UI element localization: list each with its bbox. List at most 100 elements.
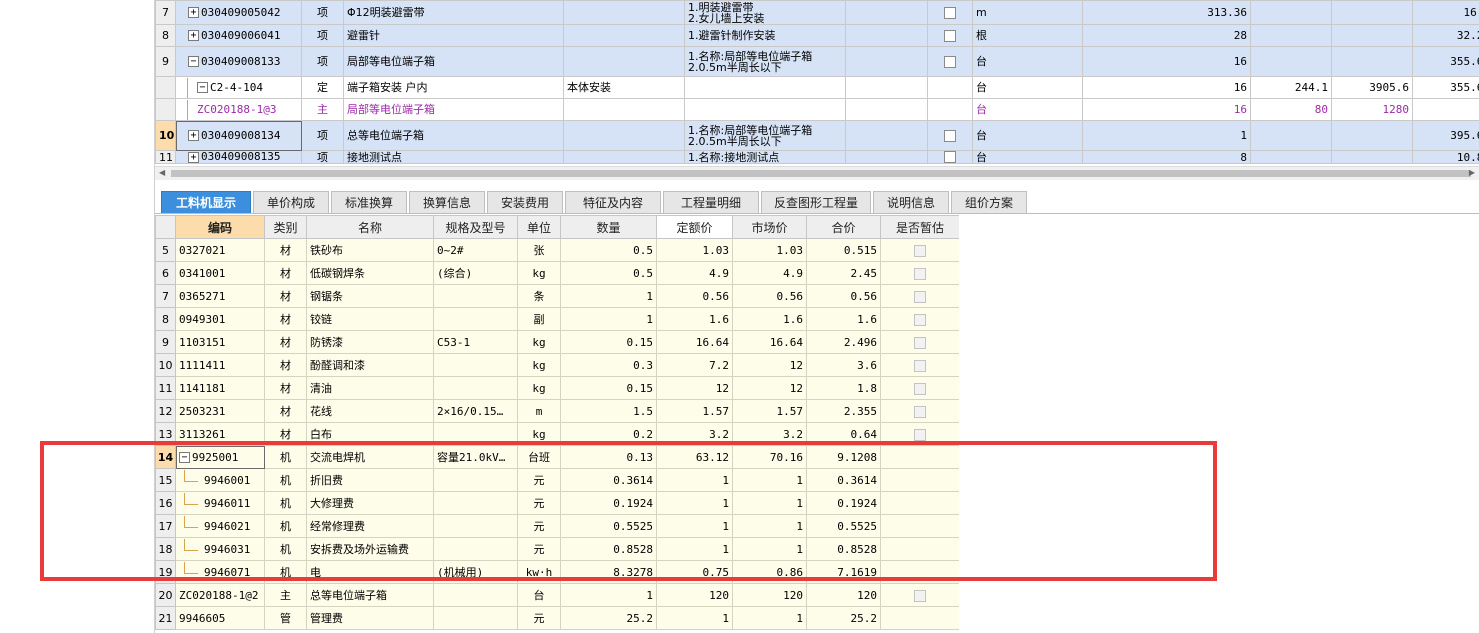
resource-market-price[interactable]: 1: [732, 514, 807, 538]
resource-unit[interactable]: kw·h: [517, 560, 561, 584]
resource-spec[interactable]: [433, 537, 518, 561]
resource-quota-price[interactable]: 1.03: [656, 238, 733, 262]
resource-code[interactable]: 9946031: [175, 537, 265, 561]
checkbox-icon[interactable]: [944, 6, 956, 19]
item-unit[interactable]: 根: [972, 24, 1083, 47]
resource-quantity[interactable]: 25.2: [560, 606, 657, 630]
resource-code[interactable]: 9946001: [175, 468, 265, 492]
collapse-icon[interactable]: −: [197, 82, 208, 93]
resource-quantity[interactable]: 0.3614: [560, 468, 657, 492]
blank-cell[interactable]: [845, 120, 928, 151]
resource-spec[interactable]: [433, 353, 518, 377]
resource-market-price[interactable]: 4.9: [732, 261, 807, 285]
row-number[interactable]: 21: [155, 606, 176, 630]
checkbox-icon[interactable]: [944, 151, 956, 163]
checkbox-icon[interactable]: [914, 589, 926, 602]
bill-row[interactable]: ZC020188-1@3 主局部等电位端子箱 台 16 80 1280: [155, 98, 1479, 121]
resource-market-price[interactable]: 12: [732, 376, 807, 400]
provisional-estimate-cell[interactable]: [880, 261, 959, 285]
item-quantity[interactable]: 8: [1082, 150, 1251, 164]
item-composite-price[interactable]: 10.88: [1412, 150, 1479, 164]
bill-items-grid[interactable]: 7 +030409005042 项 Φ12明装避雷带 1.明装避雷带 2.女儿墙上安装 m 3…: [155, 0, 1479, 166]
resource-total[interactable]: 1.8: [806, 376, 881, 400]
checkbox-icon[interactable]: [914, 290, 926, 303]
resource-code[interactable]: 9946011: [175, 491, 265, 515]
resource-category[interactable]: 材: [264, 422, 307, 446]
item-name[interactable]: 避雷针: [343, 24, 564, 47]
item-composite-price[interactable]: 355.66: [1412, 46, 1479, 77]
resource-name[interactable]: 钢锯条: [306, 284, 434, 308]
resource-total[interactable]: 0.5525: [806, 514, 881, 538]
row-number[interactable]: 17: [155, 514, 176, 538]
resource-market-price[interactable]: 1.03: [732, 238, 807, 262]
resource-total[interactable]: 120: [806, 583, 881, 607]
item-type[interactable]: 项: [301, 0, 344, 25]
item-type[interactable]: 项: [301, 46, 344, 77]
resource-unit[interactable]: 元: [517, 468, 561, 492]
resource-unit[interactable]: kg: [517, 330, 561, 354]
resource-market-price[interactable]: 1.57: [732, 399, 807, 423]
row-number[interactable]: 18: [155, 537, 176, 561]
resource-name[interactable]: 花线: [306, 399, 434, 423]
resource-market-price[interactable]: 1: [732, 468, 807, 492]
resource-row[interactable]: 11 1141181 材清油 kg 0.15 12 12 1.8: [155, 376, 959, 400]
resource-spec[interactable]: 2×16/0.15…: [433, 399, 518, 423]
resource-quota-price[interactable]: 1: [656, 606, 733, 630]
item-type[interactable]: 项: [301, 120, 344, 151]
resource-total[interactable]: 1.6: [806, 307, 881, 331]
item-type[interactable]: 定: [301, 76, 344, 99]
resource-code[interactable]: 3113261: [175, 422, 265, 446]
resource-category[interactable]: 材: [264, 284, 307, 308]
resource-quota-price[interactable]: 0.56: [656, 284, 733, 308]
resource-category[interactable]: 材: [264, 353, 307, 377]
item-composite-price[interactable]: 16.6: [1412, 0, 1479, 25]
resource-row[interactable]: 6 0341001 材低碳钢焊条 (综合) kg 0.5 4.9 4.9 2.45: [155, 261, 959, 285]
scroll-left-icon[interactable]: ◀: [159, 168, 165, 177]
blank-cell[interactable]: [845, 98, 928, 121]
resource-quota-price[interactable]: 1: [656, 514, 733, 538]
resource-total[interactable]: 2.355: [806, 399, 881, 423]
column-header-8[interactable]: 市场价: [732, 215, 807, 239]
row-number[interactable]: 20: [155, 583, 176, 607]
resource-spec[interactable]: [433, 422, 518, 446]
item-name[interactable]: 接地测试点: [343, 150, 564, 164]
resource-category[interactable]: 管: [264, 606, 307, 630]
expand-icon[interactable]: +: [188, 30, 199, 42]
resource-name[interactable]: 大修理费: [306, 491, 434, 515]
item-composite-price[interactable]: 395.66: [1412, 120, 1479, 151]
item-quantity[interactable]: 313.36: [1082, 0, 1251, 25]
resource-row[interactable]: 20 ZC020188-1@2 主总等电位端子箱台 1 120 120 120: [155, 583, 959, 607]
resource-quota-price[interactable]: 3.2: [656, 422, 733, 446]
resource-category[interactable]: 材: [264, 376, 307, 400]
resource-quota-price[interactable]: 1: [656, 468, 733, 492]
expand-icon[interactable]: +: [188, 151, 199, 163]
resource-name[interactable]: 总等电位端子箱: [306, 583, 434, 607]
machine-subitem-row[interactable]: 16 9946011 机大修理费元 0.1924 1 1 0.1924: [155, 491, 959, 515]
item-unit-price[interactable]: 80: [1250, 98, 1332, 121]
resource-row[interactable]: 9 1103151 材防锈漆 C53-1 kg 0.15 16.64 16.64 2.496: [155, 330, 959, 354]
column-header-10[interactable]: 是否暂估: [880, 215, 959, 239]
resource-code[interactable]: 9946071: [175, 560, 265, 584]
resource-category[interactable]: 材: [264, 330, 307, 354]
checkbox-icon[interactable]: [914, 359, 926, 372]
item-composite-price[interactable]: 32.27: [1412, 24, 1479, 47]
item-code[interactable]: −030409008133: [175, 46, 302, 77]
resource-unit[interactable]: 元: [517, 537, 561, 561]
resource-spec[interactable]: [433, 284, 518, 308]
blank-cell[interactable]: [845, 76, 928, 99]
resource-code[interactable]: 1103151: [175, 330, 265, 354]
expand-icon[interactable]: +: [188, 7, 199, 19]
item-type[interactable]: 项: [301, 150, 344, 164]
blank-cell[interactable]: [845, 24, 928, 47]
resource-unit[interactable]: 条: [517, 284, 561, 308]
provisional-estimate-cell[interactable]: [880, 330, 959, 354]
checkbox-icon[interactable]: [914, 428, 926, 441]
item-feature[interactable]: 1.名称:接地测试点: [684, 150, 846, 164]
resource-total[interactable]: 25.2: [806, 606, 881, 630]
row-number[interactable]: 14: [155, 445, 176, 469]
tab-7[interactable]: 工程量明细: [663, 191, 759, 213]
resource-market-price[interactable]: 1: [732, 537, 807, 561]
column-header-9[interactable]: 合价: [806, 215, 881, 239]
item-extra[interactable]: [563, 0, 685, 25]
provisional-estimate-cell[interactable]: [880, 514, 959, 538]
